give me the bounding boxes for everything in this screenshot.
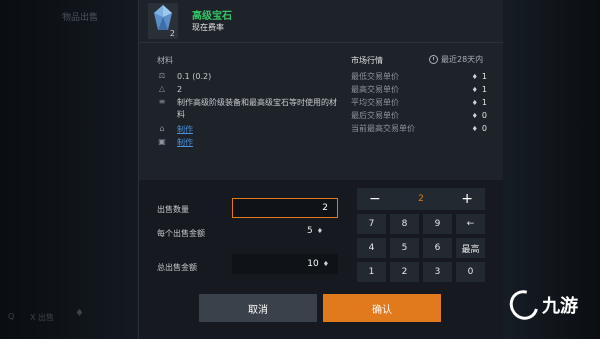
market-period: 最近28天内	[429, 54, 483, 65]
watermark-text: 九游	[542, 296, 578, 317]
clock-icon	[429, 55, 438, 64]
market-row: 当前最高交易单价 ♦ 0	[351, 123, 487, 134]
background-title: 物品出售	[62, 13, 99, 23]
unit-price-value: 5 ♦	[307, 226, 323, 236]
divider	[139, 42, 503, 43]
item-name: 高级宝石	[192, 11, 232, 22]
market-row-label: 最后交易单价	[351, 111, 399, 120]
item-slot: 2	[148, 3, 178, 39]
market-row-label: 最高交易单价	[351, 85, 399, 94]
key-1[interactable]: 1	[357, 262, 386, 282]
key-8[interactable]: 8	[390, 214, 419, 234]
diamond-icon: ♦	[316, 227, 324, 235]
quantity-label: 出售数量	[157, 205, 189, 214]
keypad-grid: 7 8 9 ← 4 5 6 最高 1 2 3 0	[357, 214, 485, 282]
watermark-logo-icon	[504, 285, 544, 325]
market-row-value: 1	[481, 72, 487, 81]
weight-icon: ⚖	[158, 71, 166, 80]
total-price-label: 总出售金额	[157, 263, 197, 272]
item-info-panel: 2 高级宝石 现在费率 材料 ⚖ 0.1 (0.2) △ 2 ≡ 制作高级阶级装…	[139, 0, 503, 180]
key-6[interactable]: 6	[423, 238, 452, 258]
craft-link[interactable]: 制作	[177, 124, 193, 135]
background-diamond-icon: ♦	[75, 308, 84, 319]
key-9[interactable]: 9	[423, 214, 452, 234]
craft-list-icon: ▣	[158, 137, 166, 146]
market-row: 最高交易单价 ♦ 1	[351, 84, 487, 95]
key-2[interactable]: 2	[390, 262, 419, 282]
backspace-key[interactable]: ←	[456, 214, 485, 234]
market-row-value: 1	[481, 98, 487, 107]
quantity-input[interactable]: 2	[232, 198, 338, 218]
item-subtitle: 现在费率	[192, 23, 224, 32]
background-right	[500, 0, 600, 339]
market-row-value: 0	[481, 111, 487, 120]
market-row: 最低交易单价 ♦ 1	[351, 71, 487, 82]
diamond-icon: ♦	[471, 111, 478, 120]
key-5[interactable]: 5	[390, 238, 419, 258]
material-row-craft: ⌂ 制作	[157, 124, 193, 135]
craft-icon: ⌂	[159, 124, 165, 133]
market-title: 市场行情	[351, 56, 383, 65]
material-row-stack: △ 2	[157, 84, 182, 96]
total-price-number: 10	[307, 259, 319, 269]
material-description: 制作高级阶级装备和最高级宝石等时使用的材料	[177, 98, 337, 119]
key-0[interactable]: 0	[456, 262, 485, 282]
unit-price-number: 5	[307, 226, 313, 236]
material-row-description: ≡ 制作高级阶级装备和最高级宝石等时使用的材料	[157, 97, 337, 121]
market-row-value: 0	[481, 124, 487, 133]
diamond-icon: ♦	[471, 98, 478, 107]
market-row-label: 最低交易单价	[351, 72, 399, 81]
cancel-button[interactable]: 取消	[199, 294, 317, 322]
market-row: 最后交易单价 ♦ 0	[351, 110, 487, 121]
diamond-icon: ♦	[471, 72, 478, 81]
watermark: 九游	[504, 285, 578, 325]
diamond-icon: ♦	[471, 85, 478, 94]
keypad-display: 2	[418, 194, 424, 204]
stack-icon: △	[158, 84, 166, 93]
material-row-craft-list: ▣ 制作	[157, 137, 193, 148]
material-row-weight: ⚖ 0.1 (0.2)	[157, 71, 211, 83]
material-stack: 2	[177, 85, 183, 94]
background-bottom-key: Q	[8, 312, 15, 321]
unit-price-label: 每个出售金额	[157, 229, 205, 238]
market-period-label: 最近28天内	[441, 55, 484, 64]
keypad-stepper: − 2 +	[357, 188, 485, 210]
key-4[interactable]: 4	[357, 238, 386, 258]
market-row-value: 1	[481, 85, 487, 94]
market-row-label: 当前最高交易单价	[351, 124, 415, 133]
description-icon: ≡	[158, 97, 166, 106]
craft-list-link[interactable]: 制作	[177, 137, 193, 148]
key-7[interactable]: 7	[357, 214, 386, 234]
plus-button[interactable]: +	[461, 192, 473, 206]
key-3[interactable]: 3	[423, 262, 452, 282]
material-weight: 0.1 (0.2)	[177, 72, 212, 81]
confirm-button[interactable]: 确认	[323, 294, 441, 322]
max-key[interactable]: 最高	[456, 238, 485, 258]
gem-icon	[154, 5, 172, 30]
background-bottom-label: X 出售	[30, 313, 55, 322]
minus-button[interactable]: −	[369, 192, 381, 206]
diamond-icon: ♦	[322, 260, 329, 268]
sell-dialog: 2 高级宝石 现在费率 材料 ⚖ 0.1 (0.2) △ 2 ≡ 制作高级阶级装…	[138, 0, 503, 339]
background-left	[0, 0, 140, 339]
materials-title: 材料	[157, 56, 173, 65]
total-price-box: 10 ♦	[232, 254, 338, 274]
market-row: 平均交易单价 ♦ 1	[351, 97, 487, 108]
diamond-icon: ♦	[471, 124, 478, 133]
market-row-label: 平均交易单价	[351, 98, 399, 107]
item-count: 2	[169, 29, 175, 38]
